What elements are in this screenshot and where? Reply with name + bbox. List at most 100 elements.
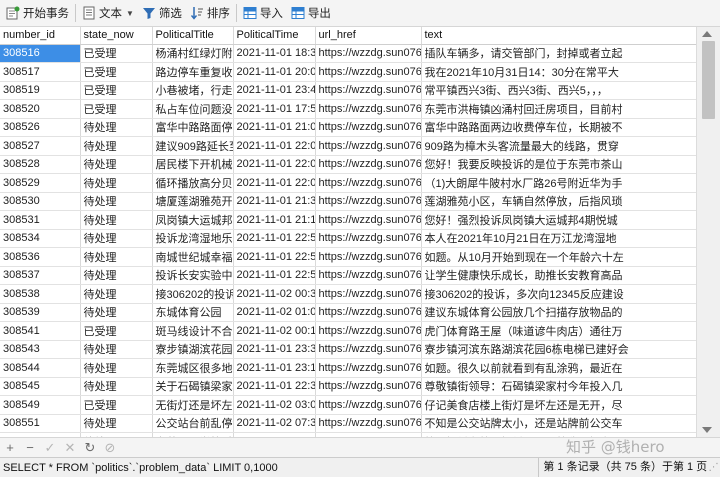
cell-political-title[interactable]: 关于石碣镇梁家村 xyxy=(152,377,234,396)
cell-political-time[interactable]: 2021-11-01 22:03 xyxy=(233,136,316,156)
cell-political-time[interactable]: 2021-11-02 00:37 xyxy=(233,284,316,304)
cell-state-now[interactable]: 待处理 xyxy=(80,136,153,156)
cell-url-href[interactable]: https://wzzdg.sun0769 xyxy=(315,321,422,341)
cell-state-now[interactable]: 待处理 xyxy=(80,229,153,248)
cell-text[interactable]: 插队车辆多，请交管部门，封掉或者立起 xyxy=(421,44,696,63)
cell-text[interactable]: （1)大朗犀牛陂村水厂路26号附近华为手 xyxy=(421,173,696,193)
table-row[interactable]: 308526待处理富华中路路面停车2021-11-01 21:09https:/… xyxy=(0,118,696,137)
cell-url-href[interactable]: https://wzzdg.sun0769 xyxy=(315,210,422,230)
cell-political-time[interactable]: 2021-11-01 17:55 xyxy=(233,99,316,119)
cell-text[interactable]: 我在2021年10月31日14：30分在常平大 xyxy=(421,62,696,82)
column-header-number-id[interactable]: number_id xyxy=(0,27,81,45)
cell-political-title[interactable]: 杨涌村红绿灯附近 xyxy=(152,44,234,63)
cell-political-time[interactable]: 2021-11-01 20:09 xyxy=(233,62,316,82)
cell-number-id[interactable]: 308527 xyxy=(0,136,81,156)
table-row[interactable]: 308516已受理杨涌村红绿灯附近2021-11-01 18:38https:/… xyxy=(0,44,696,63)
cell-number-id[interactable]: 308538 xyxy=(0,284,81,304)
cell-url-href[interactable]: https://wzzdg.sun0769 xyxy=(315,155,422,174)
cell-political-title[interactable]: 南城世纪城幸福公 xyxy=(152,247,234,267)
vertical-scrollbar[interactable] xyxy=(696,27,720,437)
cell-url-href[interactable]: https://wzzdg.sun0769 xyxy=(315,136,422,156)
cell-state-now[interactable]: 已受理 xyxy=(80,62,153,82)
stop-icon[interactable]: ⊘ xyxy=(102,439,118,457)
table-row[interactable]: 308543待处理寮步镇湖滨花园建2021-11-01 23:39https:/… xyxy=(0,340,696,359)
cell-state-now[interactable]: 待处理 xyxy=(80,358,153,378)
begin-transaction-button[interactable]: 开始事务 xyxy=(2,2,73,24)
cell-number-id[interactable]: 308529 xyxy=(0,173,81,193)
cell-political-title[interactable]: 无街灯还是坏左 xyxy=(152,395,234,415)
cell-text[interactable]: 建议东城体育公园放几个扫描存放物品的 xyxy=(421,303,696,322)
table-row[interactable]: 308539 待处理 东城体育公园 2021-11-02 01:07 https://w… xyxy=(0,303,696,322)
cell-political-time[interactable]: 2021-11-01 22:05 xyxy=(233,155,316,174)
cell-url-href[interactable]: https://wzzdg.sun0769 xyxy=(315,303,422,322)
cell-state-now[interactable]: 已受理 xyxy=(80,395,153,415)
cell-text[interactable]: 虎门体育路王屋（味道谚牛肉店）通往万 xyxy=(421,321,696,341)
cell-political-title[interactable]: 循环播放高分贝噪 xyxy=(152,173,234,193)
cell-political-time[interactable]: 2021-11-02 07:34 xyxy=(233,414,316,433)
cell-number-id[interactable]: 308528 xyxy=(0,155,81,174)
table-row[interactable]: 308528待处理居民楼下开机械厂2021-11-01 22:05https:/… xyxy=(0,155,696,174)
cell-url-href[interactable]: https://wzzdg.sun0769 xyxy=(315,118,422,137)
cell-text[interactable]: 寮步镇河滨东路湖滨花园6栋电梯已建好会 xyxy=(421,340,696,359)
cell-political-time[interactable]: 2021-11-01 21:39 xyxy=(233,192,316,211)
table-row[interactable]: 308537待处理投诉长安实验中学2021-11-01 22:53https:/… xyxy=(0,266,696,285)
cell-url-href[interactable]: https://wzzdg.sun0769 xyxy=(315,358,422,378)
cell-number-id[interactable]: 308516 xyxy=(0,44,81,63)
table-row[interactable]: 308534待处理投诉龙湾湿地乐园2021-11-01 22:58https:/… xyxy=(0,229,696,248)
column-header-political-time[interactable]: PoliticalTime xyxy=(233,27,316,45)
cell-text[interactable]: 常平镇西兴3街、西兴3街、西兴5，，， xyxy=(421,81,696,100)
cell-political-title[interactable]: 凤岗镇大运城邦四 xyxy=(152,210,234,230)
cell-number-id[interactable]: 308531 xyxy=(0,210,81,230)
column-header-political-title[interactable]: PoliticalTitle xyxy=(152,27,234,45)
cell-state-now[interactable]: 已受理 xyxy=(80,81,153,100)
cell-url-href[interactable]: https://wzzdg.sun0769 xyxy=(315,62,422,82)
table-row[interactable]: 308529待处理循环播放高分贝噪2021-11-01 22:00https:/… xyxy=(0,173,696,193)
table-row[interactable]: 308551待处理公交站台前乱停乱2021-11-02 07:34https:/… xyxy=(0,414,696,433)
cell-url-href[interactable]: https://wzzdg.sun0769 xyxy=(315,284,422,304)
cell-state-now[interactable]: 待处理 xyxy=(80,247,153,267)
cell-political-time[interactable]: 2021-11-01 22:00 xyxy=(233,173,316,193)
cell-number-id[interactable]: 308541 xyxy=(0,321,81,341)
filter-button[interactable]: 筛选 xyxy=(138,2,186,24)
cell-number-id[interactable]: 308519 xyxy=(0,81,81,100)
cell-number-id[interactable]: 308549 xyxy=(0,395,81,415)
cell-state-now[interactable]: 已受理 xyxy=(80,44,153,63)
cell-text[interactable]: 您好！强烈投诉凤岗镇大运城邦4期悦城 xyxy=(421,210,696,230)
cell-number-id[interactable]: 308534 xyxy=(0,229,81,248)
import-button[interactable]: 导入 xyxy=(239,2,287,24)
column-header-url-href[interactable]: url_href xyxy=(315,27,422,45)
cell-political-title[interactable]: 富华中路路面停车 xyxy=(152,118,234,137)
delete-record-icon[interactable]: − xyxy=(22,439,38,457)
cell-text[interactable]: 909路为樟木头客流量最大的线路，贯穿 xyxy=(421,136,696,156)
cell-number-id[interactable]: 308544 xyxy=(0,358,81,378)
cell-url-href[interactable]: https://wzzdg.sun0769 xyxy=(315,229,422,248)
scroll-down-icon[interactable] xyxy=(702,427,712,433)
cell-political-title[interactable]: 路边停车重复收费 xyxy=(152,62,234,82)
cell-text[interactable]: 接306202的投诉，多次向12345反应建设 xyxy=(421,284,696,304)
cell-url-href[interactable]: https://wzzdg.sun0769 xyxy=(315,173,422,193)
cell-political-time[interactable]: 2021-11-02 00:11 xyxy=(233,321,316,341)
cell-political-time[interactable]: 2021-11-01 22:57 xyxy=(233,247,316,267)
cell-political-title[interactable]: 建议909路延长至 xyxy=(152,136,234,156)
cell-political-title[interactable]: 斑马线设计不合理 xyxy=(152,321,234,341)
cell-url-href[interactable]: https://wzzdg.sun0769 xyxy=(315,266,422,285)
resize-grip-icon[interactable]: ⋰ xyxy=(707,458,720,477)
cell-number-id[interactable]: 308517 xyxy=(0,62,81,82)
cell-political-title[interactable]: 投诉龙湾湿地乐园 xyxy=(152,229,234,248)
table-row[interactable]: 308531待处理凤岗镇大运城邦四2021-11-01 21:18https:/… xyxy=(0,210,696,230)
cell-url-href[interactable]: https://wzzdg.sun0769 xyxy=(315,340,422,359)
cell-text[interactable]: 如题。很久以前就看到有乱涂鸦，最近在 xyxy=(421,358,696,378)
cell-political-time[interactable]: 2021-11-01 23:18 xyxy=(233,358,316,378)
cell-state-now[interactable]: 待处理 xyxy=(80,210,153,230)
cell-text[interactable]: 如题。从10月开始到现在一个年龄六十左 xyxy=(421,247,696,267)
cell-political-time[interactable]: 2021-11-01 23:39 xyxy=(233,340,316,359)
table-row[interactable]: 308520已受理私占车位问题没有2021-11-01 17:55https:/… xyxy=(0,99,696,119)
cell-political-time[interactable]: 2021-11-01 18:38 xyxy=(233,44,316,63)
cell-url-href[interactable]: https://wzzdg.sun0769 xyxy=(315,81,422,100)
cell-number-id[interactable]: 308539 xyxy=(0,303,81,322)
cell-text[interactable]: 莲湖雅苑小区，车辆自然停放，后指风琐 xyxy=(421,192,696,211)
column-header-text[interactable]: text xyxy=(421,27,696,45)
cell-state-now[interactable]: 待处理 xyxy=(80,414,153,433)
cell-number-id[interactable]: 308520 xyxy=(0,99,81,119)
text-view-button[interactable]: 文本 ▼ xyxy=(78,2,138,24)
